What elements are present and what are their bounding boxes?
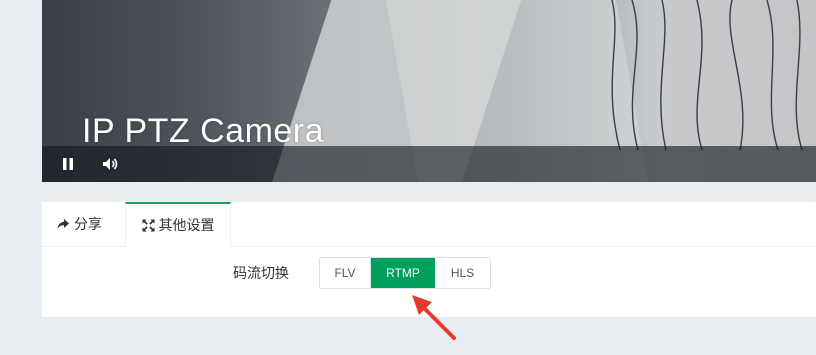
stream-option-hls[interactable]: HLS (435, 258, 490, 288)
tab-share[interactable]: 分享 (56, 202, 102, 246)
video-frame-cables (611, 0, 803, 150)
volume-button[interactable] (100, 154, 120, 174)
pause-icon (63, 158, 73, 170)
stream-switch-label: 码流切换 (233, 266, 289, 282)
video-player[interactable]: IP PTZ Camera (42, 0, 816, 182)
stream-option-flv[interactable]: FLV (320, 258, 371, 288)
player-controls-bar (42, 146, 816, 182)
tab-other-settings[interactable]: 其他设置 (125, 202, 231, 247)
share-icon (57, 219, 69, 229)
volume-icon (103, 158, 118, 170)
tab-other-settings-label: 其他设置 (158, 218, 215, 234)
stream-option-rtmp[interactable]: RTMP (371, 258, 435, 288)
pause-button[interactable] (58, 154, 78, 174)
expand-icon (141, 219, 155, 232)
tab-bar: 分享 其他设置 (42, 202, 816, 247)
tab-share-label: 分享 (74, 217, 102, 233)
annotation-arrow-icon (412, 295, 456, 340)
stream-format-group: FLV RTMP HLS (319, 257, 491, 289)
